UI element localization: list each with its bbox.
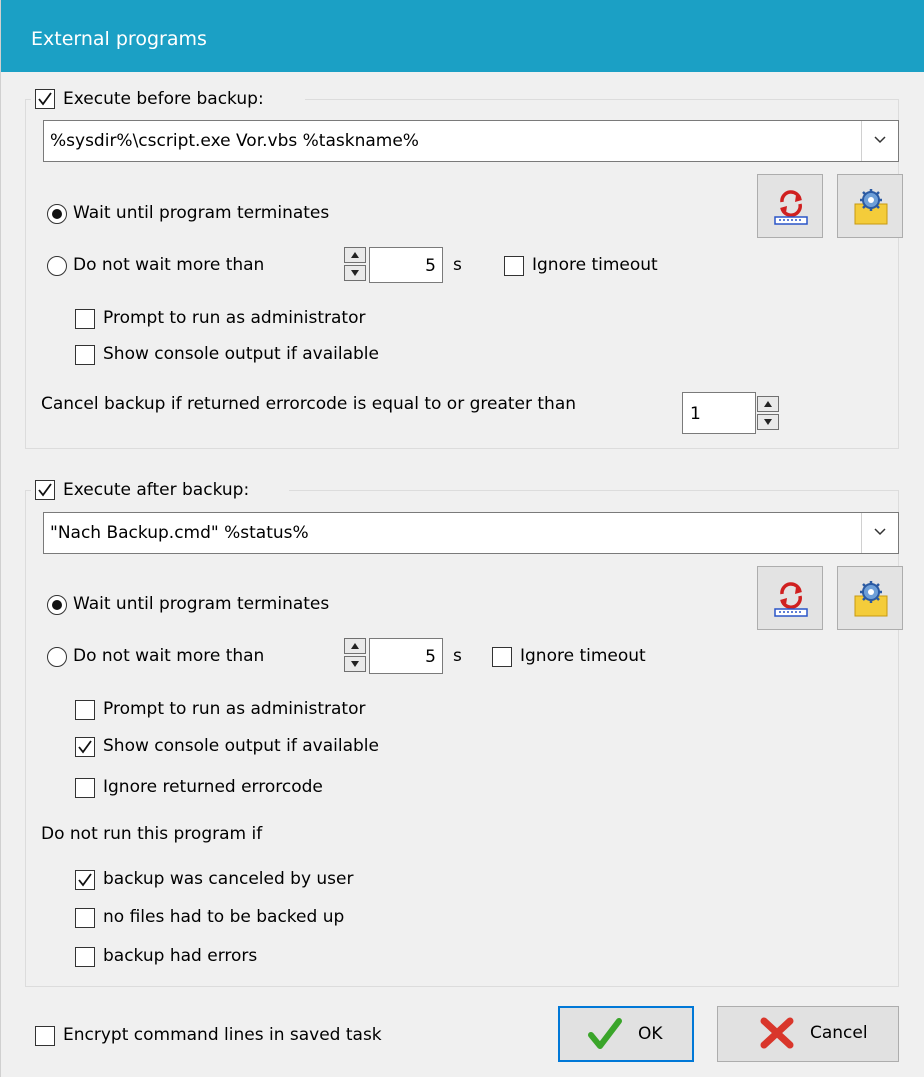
- before-console-checkbox[interactable]: [75, 345, 95, 365]
- before-command-value: %sysdir%\cscript.exe Vor.vbs %taskname%: [50, 131, 419, 151]
- checkmark-icon: [38, 92, 52, 106]
- after-command-combobox-box[interactable]: "Nach Backup.cmd" %status%: [43, 512, 899, 554]
- no-files-label: no files had to be backed up: [103, 907, 345, 927]
- external-programs-dialog: External programs Execute before backup:…: [0, 0, 924, 1077]
- before-wait-label: Wait until program terminates: [73, 203, 330, 223]
- after-test-run-button[interactable]: [757, 566, 823, 630]
- before-no-wait-label: Do not wait more than: [73, 255, 265, 275]
- checkmark-icon: [78, 873, 92, 887]
- checkmark-icon: [38, 483, 52, 497]
- execute-before-label: Execute before backup:: [63, 89, 264, 109]
- after-timeout-unit: s: [453, 646, 462, 666]
- spin-down-icon[interactable]: [344, 265, 366, 281]
- before-timeout-unit: s: [453, 255, 462, 275]
- after-console-checkbox[interactable]: [75, 737, 95, 757]
- cancel-button[interactable]: Cancel: [717, 1006, 899, 1062]
- test-run-icon: [774, 190, 808, 225]
- execute-after-checkbox[interactable]: [35, 480, 55, 500]
- after-settings-button[interactable]: [837, 566, 903, 630]
- after-wait-radio[interactable]: [47, 595, 67, 615]
- no-files-checkbox[interactable]: [75, 908, 95, 928]
- encrypt-checkbox[interactable]: [35, 1026, 55, 1046]
- after-timeout-input[interactable]: 5: [369, 638, 443, 674]
- after-ignore-timeout-label: Ignore timeout: [520, 646, 646, 666]
- after-timeout-spinner[interactable]: [344, 638, 368, 674]
- checkmark-icon: [588, 1018, 622, 1049]
- chevron-down-icon[interactable]: [861, 513, 898, 553]
- settings-gear-icon: [854, 581, 888, 617]
- title-bar: External programs: [1, 0, 924, 72]
- before-no-wait-radio[interactable]: [47, 256, 67, 276]
- before-ignore-timeout-label: Ignore timeout: [532, 255, 658, 275]
- before-timeout-input[interactable]: 5: [369, 247, 443, 283]
- after-no-wait-label: Do not wait more than: [73, 646, 265, 666]
- before-errorcode-spinner[interactable]: [757, 396, 781, 432]
- had-errors-label: backup had errors: [103, 946, 258, 966]
- canceled-by-user-checkbox[interactable]: [75, 870, 95, 890]
- before-test-run-button[interactable]: [757, 174, 823, 238]
- before-timeout-spinner[interactable]: [344, 247, 368, 283]
- do-not-run-label: Do not run this program if: [41, 824, 263, 844]
- test-run-icon: [774, 582, 808, 617]
- after-no-wait-radio[interactable]: [47, 647, 67, 667]
- before-ignore-timeout-checkbox[interactable]: [504, 256, 524, 276]
- spin-up-icon[interactable]: [344, 247, 366, 263]
- before-wait-radio[interactable]: [47, 204, 67, 224]
- after-ignore-errorcode-label: Ignore returned errorcode: [103, 777, 323, 797]
- spin-up-icon[interactable]: [757, 396, 779, 412]
- canceled-by-user-label: backup was canceled by user: [103, 869, 354, 889]
- before-console-label: Show console output if available: [103, 344, 379, 364]
- before-cancel-label: Cancel backup if returned errorcode is e…: [41, 394, 577, 414]
- before-prompt-admin-label: Prompt to run as administrator: [103, 308, 366, 328]
- after-prompt-admin-checkbox[interactable]: [75, 700, 95, 720]
- execute-before-checkbox[interactable]: [35, 89, 55, 109]
- after-console-label: Show console output if available: [103, 736, 379, 756]
- execute-after-label: Execute after backup:: [63, 480, 250, 500]
- spin-down-icon[interactable]: [344, 656, 366, 672]
- spin-up-icon[interactable]: [344, 638, 366, 654]
- red-x-icon: [760, 1017, 794, 1049]
- spin-down-icon[interactable]: [757, 414, 779, 430]
- after-command-value: "Nach Backup.cmd" %status%: [50, 523, 309, 543]
- encrypt-label: Encrypt command lines in saved task: [63, 1025, 382, 1045]
- chevron-down-icon[interactable]: [861, 121, 898, 161]
- checkmark-icon: [78, 740, 92, 754]
- after-wait-label: Wait until program terminates: [73, 594, 330, 614]
- before-errorcode-input[interactable]: 1: [682, 392, 756, 434]
- ok-button[interactable]: OK: [558, 1006, 694, 1062]
- had-errors-checkbox[interactable]: [75, 947, 95, 967]
- before-settings-button[interactable]: [837, 174, 903, 238]
- after-prompt-admin-label: Prompt to run as administrator: [103, 699, 366, 719]
- after-ignore-timeout-checkbox[interactable]: [492, 647, 512, 667]
- before-prompt-admin-checkbox[interactable]: [75, 309, 95, 329]
- after-ignore-errorcode-checkbox[interactable]: [75, 778, 95, 798]
- settings-gear-icon: [854, 189, 888, 225]
- window-title: External programs: [31, 28, 207, 50]
- before-command-combobox[interactable]: %sysdir%\cscript.exe Vor.vbs %taskname%: [43, 120, 899, 162]
